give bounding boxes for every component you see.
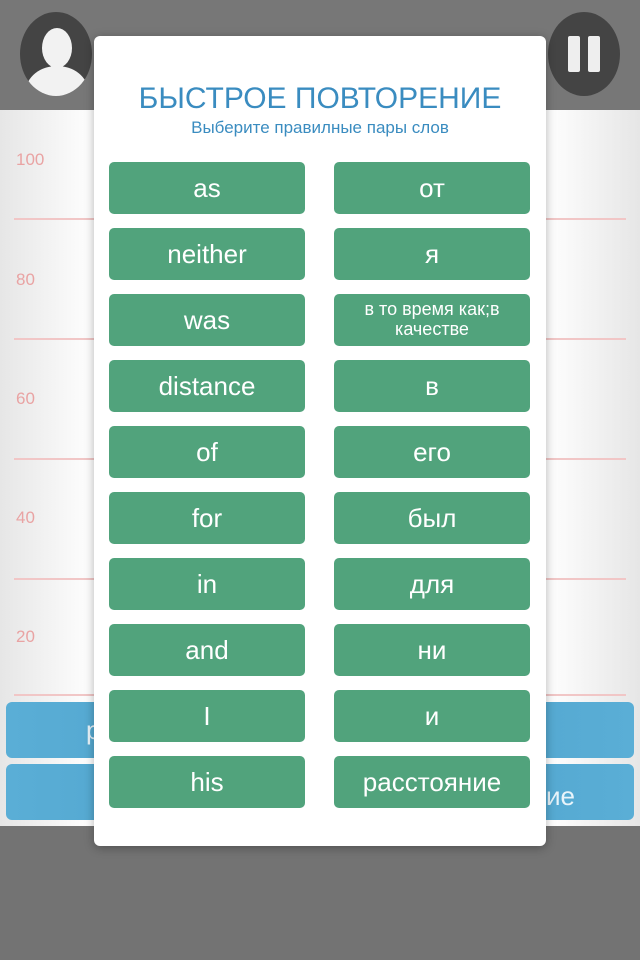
button-label: ие bbox=[546, 781, 575, 811]
quick-review-dialog: БЫСТРОЕ ПОВТОРЕНИЕ Выберите правилные па… bbox=[94, 36, 546, 846]
english-word-button[interactable]: and bbox=[109, 624, 305, 676]
bottom-bar bbox=[0, 826, 640, 960]
pause-icon[interactable] bbox=[548, 12, 620, 96]
y-axis-label: 60 bbox=[16, 389, 35, 408]
dialog-subtitle: Выберите правилные пары слов bbox=[191, 118, 449, 137]
russian-word-button[interactable]: в то время как;в качестве bbox=[334, 294, 530, 346]
y-axis-label: 100 bbox=[16, 150, 45, 169]
russian-word-button[interactable]: его bbox=[334, 426, 530, 478]
y-axis-label: 20 bbox=[16, 627, 35, 646]
english-word-button[interactable]: as bbox=[109, 162, 305, 214]
y-axis-label: 80 bbox=[16, 270, 35, 289]
english-word-button[interactable]: in bbox=[109, 558, 305, 610]
russian-word-button[interactable]: для bbox=[334, 558, 530, 610]
russian-word-button[interactable]: был bbox=[334, 492, 530, 544]
russian-word-button[interactable]: в bbox=[334, 360, 530, 412]
english-word-button[interactable]: for bbox=[109, 492, 305, 544]
english-word-button[interactable]: of bbox=[109, 426, 305, 478]
avatar-icon[interactable] bbox=[20, 12, 92, 96]
english-word-button[interactable]: his bbox=[109, 756, 305, 808]
english-word-button[interactable]: was bbox=[109, 294, 305, 346]
russian-word-button[interactable]: и bbox=[334, 690, 530, 742]
dialog-title: БЫСТРОЕ ПОВТОРЕНИЕ bbox=[138, 82, 502, 115]
russian-word-button[interactable]: я bbox=[334, 228, 530, 280]
russian-word-button[interactable]: ни bbox=[334, 624, 530, 676]
english-word-button[interactable]: distance bbox=[109, 360, 305, 412]
english-word-button[interactable]: neither bbox=[109, 228, 305, 280]
y-axis-label: 40 bbox=[16, 508, 35, 527]
english-word-button[interactable]: I bbox=[109, 690, 305, 742]
russian-word-button[interactable]: от bbox=[334, 162, 530, 214]
russian-word-button[interactable]: расстояние bbox=[334, 756, 530, 808]
